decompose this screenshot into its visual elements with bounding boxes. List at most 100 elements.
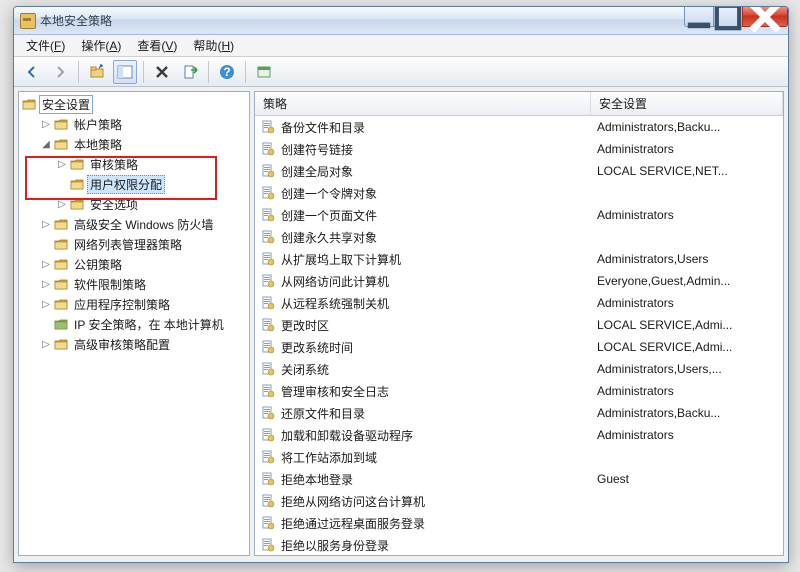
tree-item[interactable]: 用户权限分配 [19,174,249,194]
policy-label: 从远程系统强制关机 [281,295,389,312]
policy-label: 拒绝以服务身份登录 [281,537,389,554]
list-row[interactable]: 加载和卸载设备驱动程序Administrators [255,424,783,446]
list-row[interactable]: 关闭系统Administrators,Users,... [255,358,783,380]
tree-item[interactable]: ▷ 审核策略 [19,154,249,174]
list-row[interactable]: 创建一个令牌对象 [255,182,783,204]
expand-icon[interactable]: ▷ [39,299,53,310]
policy-label: 拒绝通过远程桌面服务登录 [281,515,425,532]
expand-icon[interactable]: ▷ [39,259,53,270]
titlebar[interactable]: 本地安全策略 [14,7,788,35]
policy-icon [261,472,277,486]
menu-help[interactable]: 帮助(H) [185,35,242,56]
expand-icon[interactable]: ▷ [55,199,69,210]
up-button[interactable] [85,60,109,84]
list-row[interactable]: 更改系统时间LOCAL SERVICE,Admi... [255,336,783,358]
policy-label: 将工作站添加到域 [281,449,377,466]
expand-icon[interactable]: ▷ [55,159,69,170]
expand-icon[interactable]: ◢ [39,139,53,150]
list-row[interactable]: 创建永久共享对象 [255,226,783,248]
column-setting[interactable]: 安全设置 [591,92,783,115]
policy-label: 从网络访问此计算机 [281,273,389,290]
tree-root[interactable]: 安全设置 [19,94,249,114]
cell-policy: 拒绝从网络访问这台计算机 [255,493,591,510]
delete-button[interactable] [150,60,174,84]
tree-item[interactable]: ◢本地策略 [19,134,249,154]
cell-policy: 创建一个令牌对象 [255,185,591,202]
tree-item-label: 审核策略 [87,155,141,174]
tree-item[interactable]: IP 安全策略，在 本地计算机 [19,314,249,334]
properties-button[interactable] [252,60,276,84]
forward-button[interactable] [48,60,72,84]
menu-action[interactable]: 操作(A) [73,35,129,56]
list-row[interactable]: 从远程系统强制关机Administrators [255,292,783,314]
column-policy[interactable]: 策略 [255,92,591,115]
tree-item[interactable]: ▷ 高级安全 Windows 防火墙 [19,214,249,234]
cell-setting: LOCAL SERVICE,Admi... [591,318,783,332]
folder-icon [53,337,69,351]
cell-policy: 拒绝本地登录 [255,471,591,488]
expand-icon[interactable]: ▷ [39,119,53,130]
expand-icon[interactable] [39,239,53,250]
policy-label: 管理审核和安全日志 [281,383,389,400]
list-row[interactable]: 备份文件和目录Administrators,Backu... [255,116,783,138]
list-pane[interactable]: 策略 安全设置 备份文件和目录Administrators,Backu...创建… [254,91,784,556]
expand-icon[interactable]: ▷ [39,219,53,230]
policy-icon [261,406,277,420]
cell-setting: Administrators [591,384,783,398]
tree-root-label: 安全设置 [39,95,93,114]
tree-item[interactable]: 网络列表管理器策略 [19,234,249,254]
tree-item[interactable]: ▷ 高级审核策略配置 [19,334,249,354]
cell-policy: 从扩展坞上取下计算机 [255,251,591,268]
minimize-button[interactable] [684,7,714,27]
list-row[interactable]: 从扩展坞上取下计算机Administrators,Users [255,248,783,270]
cell-setting: Administrators [591,208,783,222]
expand-icon[interactable]: ▷ [39,339,53,350]
policy-label: 备份文件和目录 [281,119,365,136]
list-row[interactable]: 从网络访问此计算机Everyone,Guest,Admin... [255,270,783,292]
list-row[interactable]: 还原文件和目录Administrators,Backu... [255,402,783,424]
cell-policy: 从网络访问此计算机 [255,273,591,290]
expand-icon[interactable]: ▷ [39,279,53,290]
list-row[interactable]: 拒绝本地登录Guest [255,468,783,490]
cell-policy: 拒绝通过远程桌面服务登录 [255,515,591,532]
tree-item[interactable]: ▷公钥策略 [19,254,249,274]
maximize-button[interactable] [713,7,743,27]
tree-item[interactable]: ▷应用程序控制策略 [19,294,249,314]
folder-icon [53,317,69,331]
list-row[interactable]: 拒绝以服务身份登录 [255,534,783,556]
list-row[interactable]: 创建符号链接Administrators [255,138,783,160]
close-button[interactable] [742,7,788,27]
policy-icon [261,186,277,200]
cell-policy: 还原文件和目录 [255,405,591,422]
tree-item[interactable]: ▷帐户策略 [19,114,249,134]
list-row[interactable]: 创建全局对象LOCAL SERVICE,NET... [255,160,783,182]
policy-label: 关闭系统 [281,361,329,378]
app-window: 本地安全策略 文件(F) 操作(A) 查看(V) 帮助(H) ? 安全设置▷帐户… [13,6,789,563]
policy-icon [261,252,277,266]
menu-view[interactable]: 查看(V) [129,35,185,56]
tree-pane[interactable]: 安全设置▷帐户策略◢本地策略▷审核策略 用户权限分配▷安全选项▷高级安全 Win… [18,91,250,556]
help-button[interactable]: ? [215,60,239,84]
menubar: 文件(F) 操作(A) 查看(V) 帮助(H) [14,35,788,57]
tree-item-label: 高级审核策略配置 [71,335,173,354]
list-row[interactable]: 创建一个页面文件Administrators [255,204,783,226]
show-hide-tree-button[interactable] [113,60,137,84]
list-row[interactable]: 拒绝从网络访问这台计算机 [255,490,783,512]
folder-icon [69,157,85,171]
back-button[interactable] [20,60,44,84]
policy-icon [261,538,277,552]
policy-icon [261,296,277,310]
cell-policy: 加载和卸载设备驱动程序 [255,427,591,444]
export-button[interactable] [178,60,202,84]
tree-item[interactable]: ▷软件限制策略 [19,274,249,294]
list-row[interactable]: 管理审核和安全日志 Administrators [255,380,783,402]
list-row[interactable]: 将工作站添加到域 [255,446,783,468]
expand-icon[interactable] [55,179,69,190]
cell-policy: 关闭系统 [255,361,591,378]
list-row[interactable]: 拒绝通过远程桌面服务登录 [255,512,783,534]
menu-file[interactable]: 文件(F) [18,35,73,56]
tree-item[interactable]: ▷安全选项 [19,194,249,214]
tree-item-label: 高级安全 Windows 防火墙 [71,215,216,234]
expand-icon[interactable] [39,319,53,330]
list-row[interactable]: 更改时区LOCAL SERVICE,Admi... [255,314,783,336]
